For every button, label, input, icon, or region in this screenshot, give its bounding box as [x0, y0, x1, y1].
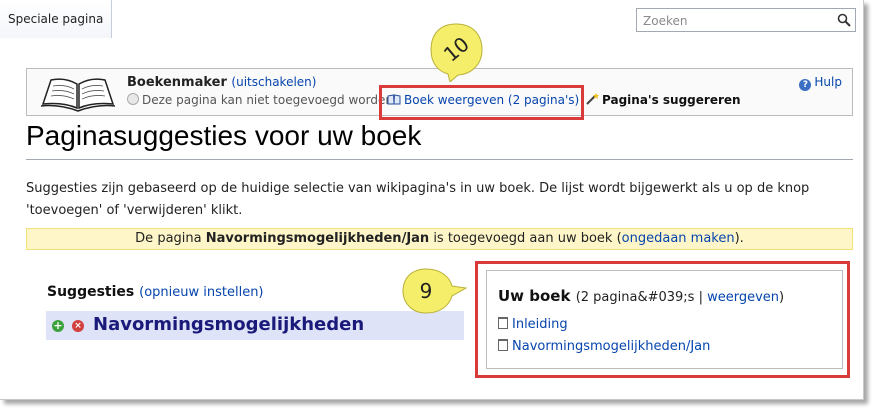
callout-badge-10: 10 — [430, 23, 483, 82]
callout-badge-9-text: 9 — [420, 279, 433, 303]
search-icon[interactable] — [837, 13, 851, 27]
tab-special-page[interactable]: Speciale pagina — [0, 0, 113, 38]
help-link-wrap[interactable]: ? Hulp — [799, 75, 842, 91]
bookmaker-title-text: Boekenmaker — [127, 75, 227, 90]
help-icon: ? — [799, 79, 812, 91]
notice-middle: is toegevoegd aan uw boek ( — [429, 231, 622, 246]
notice-suffix: ). — [734, 231, 744, 246]
added-notice: De pagina Navormingsmogelijkheden/Jan is… — [26, 228, 853, 250]
help-link[interactable]: Hulp — [814, 75, 842, 89]
title-divider — [26, 159, 853, 160]
disable-link[interactable]: (uitschakelen) — [231, 75, 316, 89]
suggestions-heading-text: Suggesties — [47, 284, 135, 300]
cannot-add-text: Deze pagina kan niet toegevoegd worden — [142, 93, 393, 107]
open-book-icon — [40, 78, 116, 112]
search-input[interactable] — [641, 11, 835, 31]
remove-icon[interactable]: × — [72, 320, 84, 332]
browser-frame: Speciale pagina Boekenmaker (uitschakele… — [0, 0, 864, 400]
disabled-radio-icon — [127, 93, 139, 105]
bookmaker-title: Boekenmaker (uitschakelen) — [127, 75, 316, 90]
suggestion-title[interactable]: Navormingsmogelijkheden — [93, 314, 364, 335]
intro-line-2: 'toevoegen' of 'verwijderen' klikt. — [26, 203, 243, 218]
search-box[interactable] — [636, 8, 856, 32]
callout-badge-9: 9 — [402, 268, 468, 314]
notice-prefix: De pagina — [135, 231, 206, 246]
notice-page-name: Navormingsmogelijkheden/Jan — [205, 231, 430, 246]
page-title: Paginasuggesties voor uw boek — [26, 120, 422, 151]
suggest-pages-label: Pagina's suggereren — [602, 93, 741, 107]
add-icon[interactable]: + — [52, 320, 64, 332]
cannot-add-status: Deze pagina kan niet toegevoegd worden — [127, 93, 393, 107]
intro-text: Suggesties zijn gebaseerd op de huidige … — [26, 178, 846, 222]
undo-link[interactable]: ongedaan maken — [622, 231, 735, 246]
intro-line-1: Suggesties zijn gebaseerd op de huidige … — [26, 181, 810, 196]
highlight-show-book — [379, 85, 584, 120]
suggestions-heading: Suggesties (opnieuw instellen) — [47, 284, 264, 300]
highlight-your-book — [475, 261, 850, 378]
magic-wand-icon — [586, 93, 599, 105]
tab-label: Speciale pagina — [8, 12, 104, 26]
suggest-pages-link-wrap[interactable]: Pagina's suggereren — [585, 93, 741, 107]
reset-link[interactable]: (opnieuw instellen) — [139, 285, 263, 300]
